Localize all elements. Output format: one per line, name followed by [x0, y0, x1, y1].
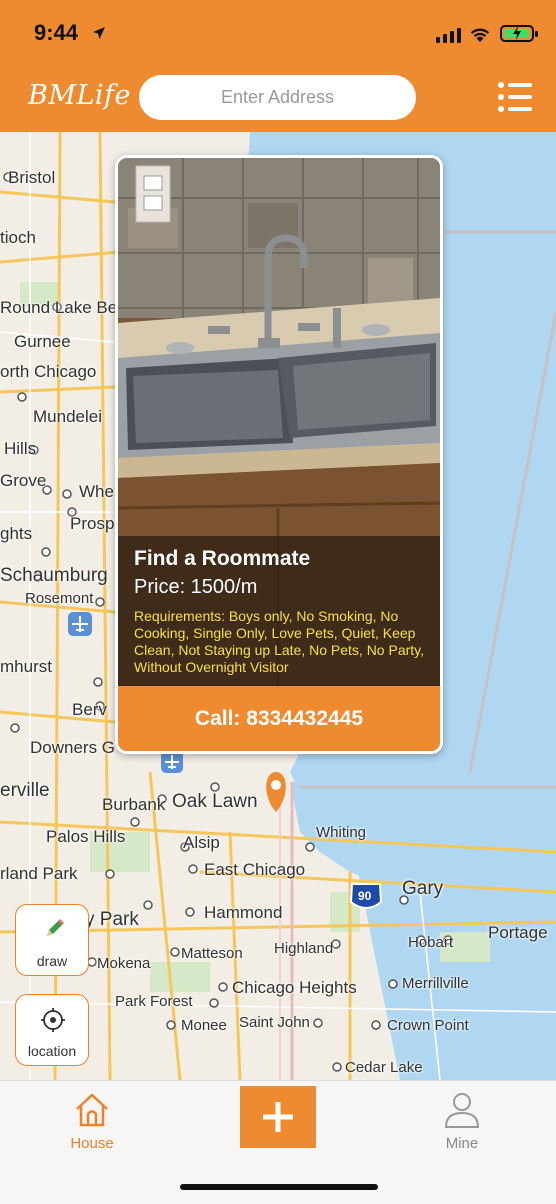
map-label: ghts	[0, 524, 33, 543]
map-label: Merrillville	[402, 975, 469, 992]
tab-mine-label: Mine	[445, 1135, 479, 1152]
wifi-icon	[470, 28, 490, 42]
map-label: Highland	[274, 940, 334, 957]
map-label: Cedar Lake	[345, 1059, 423, 1076]
menu-list-icon[interactable]	[497, 80, 533, 114]
map-label: Whiting	[316, 824, 367, 841]
map-label: Downers G	[30, 738, 116, 757]
map-label: Saint John	[239, 1014, 310, 1031]
address-search-input[interactable]	[139, 75, 416, 120]
listing-requirements: Requirements: Boys only, No Smoking, No …	[134, 608, 425, 675]
map-label: Burbank	[102, 795, 166, 814]
listing-title: Find a Roommate	[134, 547, 311, 570]
home-indicator	[180, 1184, 378, 1190]
map-label: tioch	[0, 228, 36, 247]
listing-price: Price: 1500/m	[134, 576, 258, 598]
map-label: Bristol	[8, 168, 56, 187]
draw-button-label: draw	[36, 953, 68, 969]
draw-button[interactable]: draw	[15, 904, 89, 976]
map-label: y Park	[85, 909, 139, 930]
tab-mine[interactable]: Mine	[402, 1081, 522, 1171]
map-label: Oak Lawn	[172, 791, 258, 812]
map-label: orth Chicago	[0, 362, 97, 381]
airport-icon	[161, 751, 183, 773]
map-label: Mundelei	[33, 407, 102, 426]
map-label: Schaumburg	[0, 565, 108, 586]
map-label: Mokena	[97, 955, 151, 972]
status-time: 9:44	[34, 20, 79, 45]
app-header: 9:44 BMLife	[0, 0, 556, 132]
map-label: Alsip	[183, 833, 220, 852]
listing-info-overlay: Find a Roommate Price: 1500/m Requiremen…	[118, 536, 440, 686]
tab-house-label: House	[70, 1135, 114, 1152]
map-label: Berv	[72, 700, 107, 719]
person-icon	[444, 1093, 480, 1128]
map-label: Prosp	[70, 514, 115, 533]
house-icon	[76, 1093, 108, 1127]
map-label: mhurst	[0, 657, 52, 676]
call-button[interactable]: Call: 8334432445	[118, 686, 440, 751]
map-label: rland Park	[0, 864, 78, 883]
map-pin-icon	[266, 772, 286, 812]
map-label: Round Lake Be	[0, 298, 118, 317]
map-label: Matteson	[181, 945, 243, 962]
status-bar: 9:44	[0, 0, 556, 66]
map-label: Hills	[4, 439, 37, 458]
signal-icon	[436, 28, 461, 43]
map-label: Park Forest	[115, 993, 193, 1010]
map-label: Rosemont	[25, 590, 94, 607]
crosshair-icon	[41, 1008, 65, 1032]
location-button-label: location	[27, 1043, 77, 1059]
map-label: Palos Hills	[46, 827, 126, 846]
battery-icon	[500, 25, 538, 42]
plus-icon	[263, 1102, 293, 1132]
map-label: Whe	[79, 482, 114, 501]
location-button[interactable]: location	[15, 994, 89, 1066]
add-listing-button[interactable]	[240, 1086, 316, 1148]
listing-card[interactable]: Find a Roommate Price: 1500/m Requiremen…	[115, 155, 443, 754]
tab-house[interactable]: House	[32, 1081, 152, 1171]
map-label: Monee	[181, 1017, 227, 1034]
airport-icon	[68, 612, 92, 636]
pencil-icon	[47, 918, 65, 936]
location-arrow-icon	[93, 27, 105, 39]
interstate-90-label: 90	[358, 889, 372, 903]
map-label: Portage	[488, 923, 548, 942]
map-label: Gary	[402, 878, 444, 899]
map-label: erville	[0, 780, 50, 801]
map-label: Grove	[0, 471, 47, 490]
map-label: Gurnee	[14, 332, 71, 351]
map-label: East Chicago	[204, 860, 306, 879]
map-label: Chicago Heights	[232, 978, 357, 997]
map-label: Hobart	[408, 934, 454, 951]
map-label: Hammond	[204, 903, 283, 922]
app-logo: BMLife	[28, 80, 132, 111]
map-label: Crown Point	[387, 1017, 469, 1034]
